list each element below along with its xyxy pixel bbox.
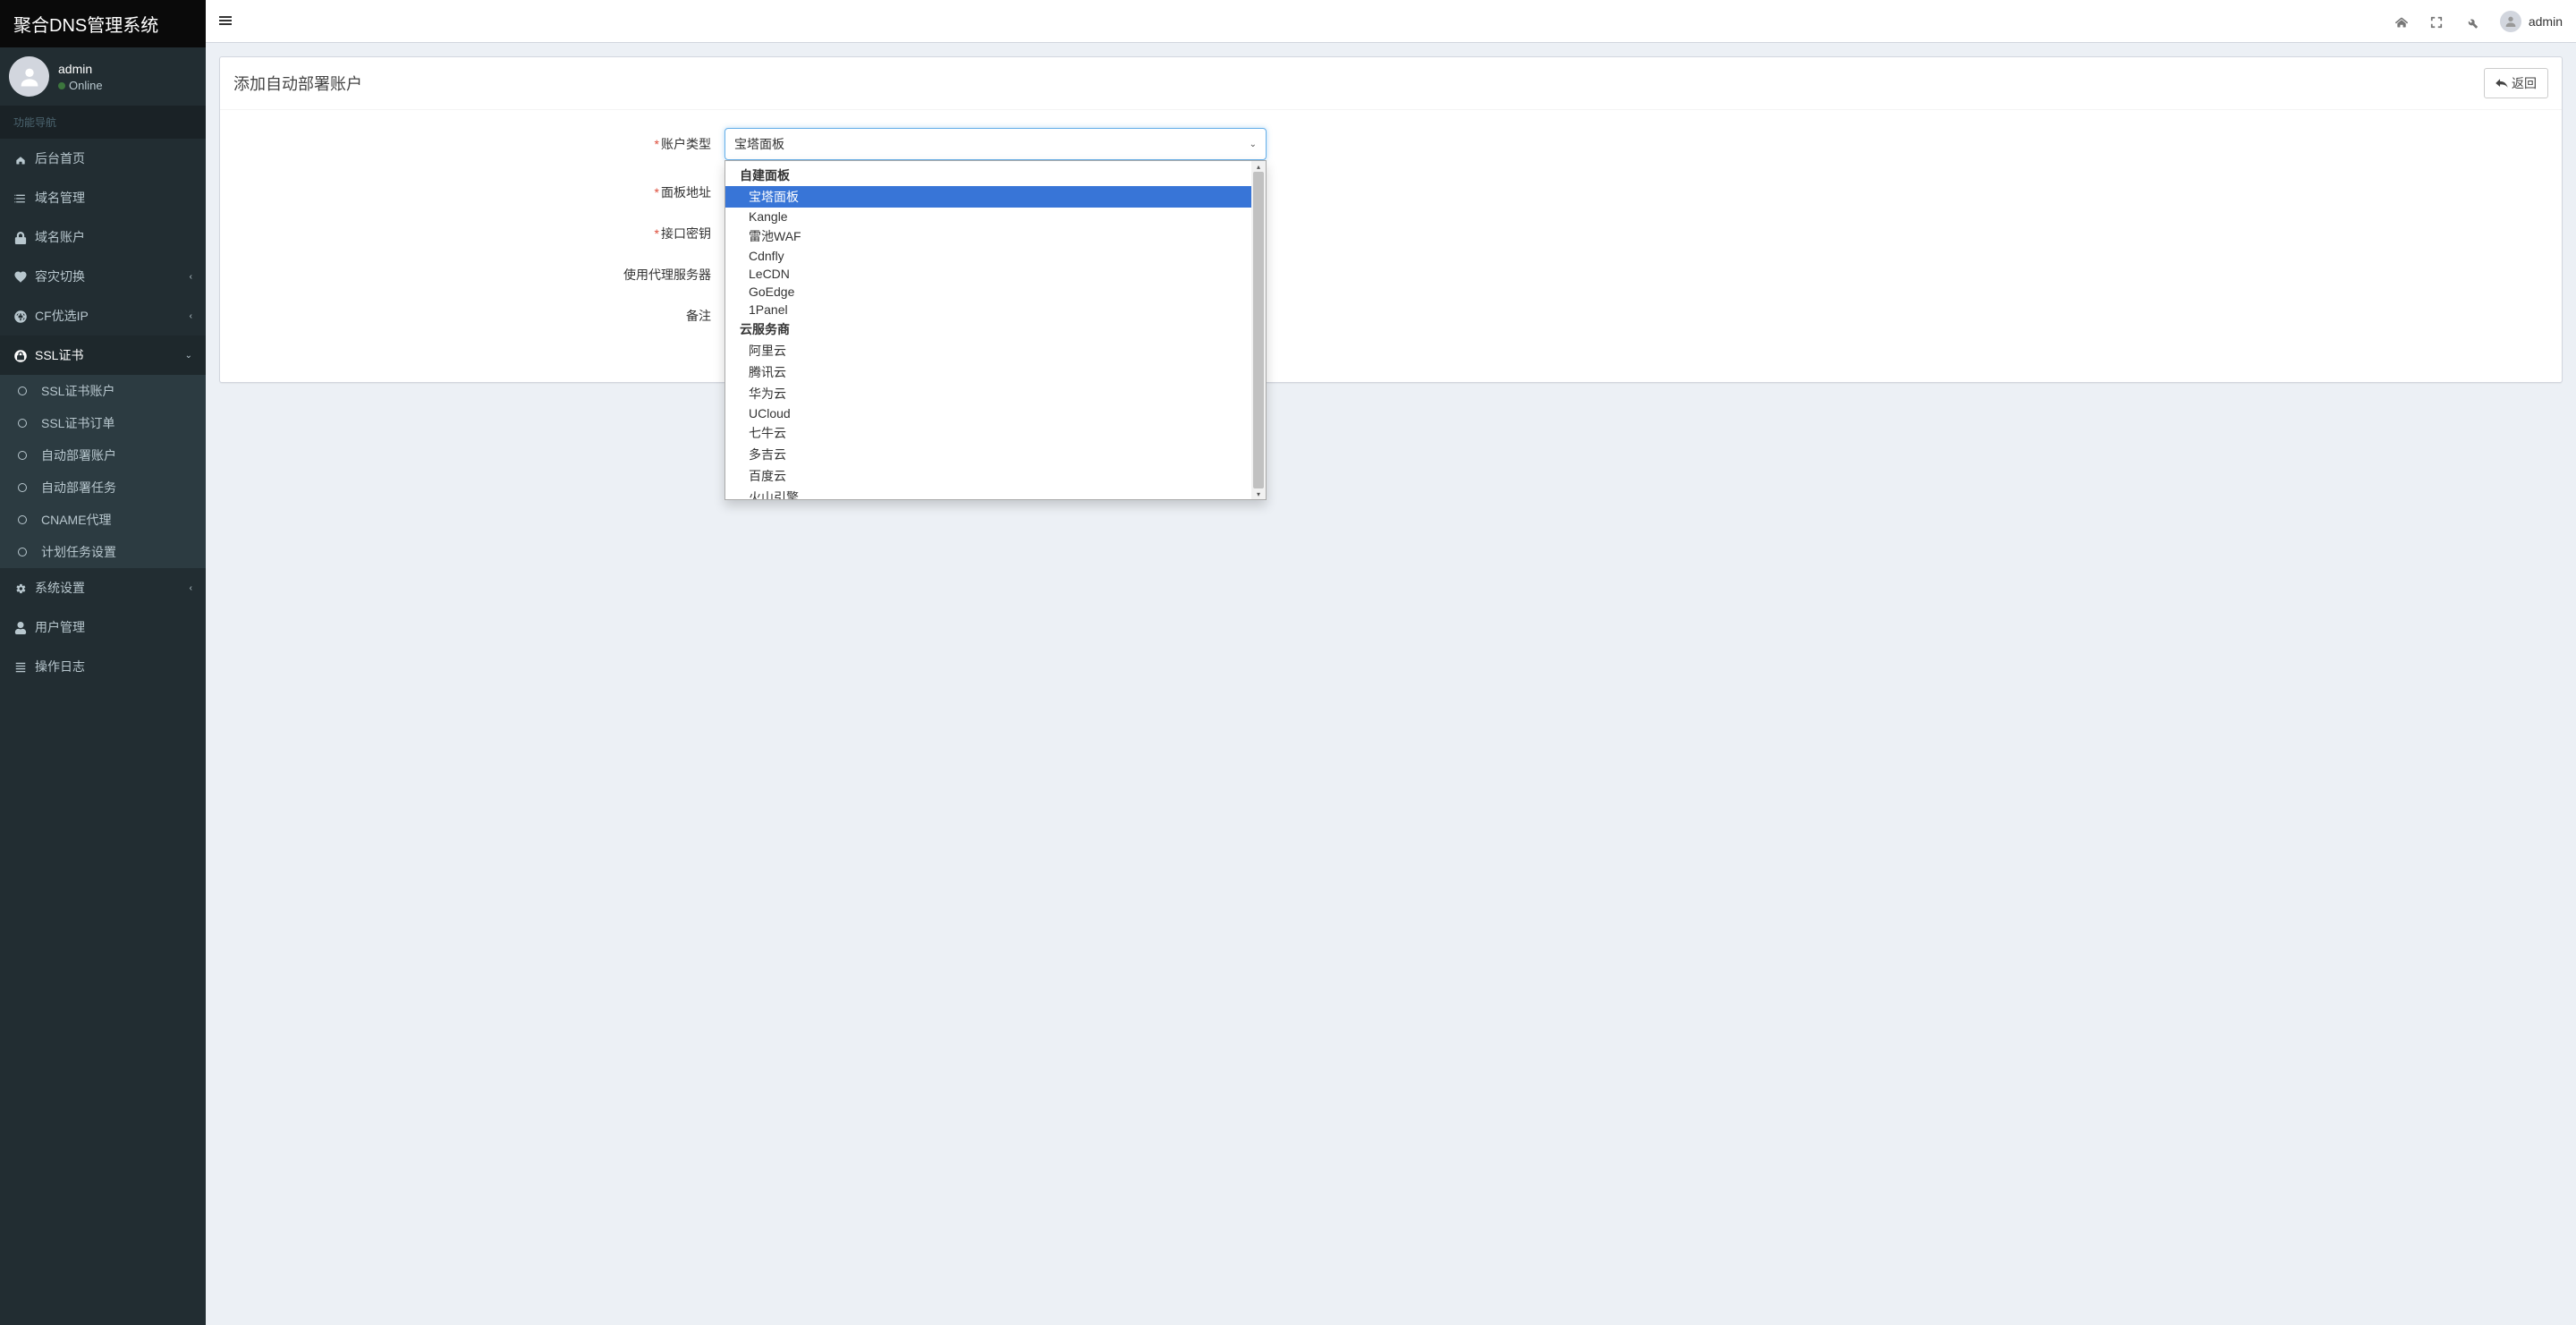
nav-globe[interactable]: CF优选IP ‹: [0, 296, 206, 335]
nav-label: 操作日志: [35, 658, 192, 675]
nav-label: SSL证书: [35, 346, 178, 364]
dropdown-option[interactable]: LeCDN: [725, 265, 1251, 283]
topbar: admin: [206, 0, 2576, 43]
circle-icon: [18, 419, 27, 428]
chevron-left-icon: ‹: [190, 583, 192, 593]
chevron-left-icon: ‹: [190, 311, 192, 321]
dropdown-option[interactable]: Kangle: [725, 208, 1251, 225]
cert-icon: [13, 348, 28, 362]
chevron-left-icon: ‹: [190, 272, 192, 282]
dropdown-option[interactable]: UCloud: [725, 404, 1251, 422]
nav-sub-label: SSL证书订单: [41, 414, 114, 432]
nav-sub-item[interactable]: CNAME代理: [0, 504, 206, 536]
topbar-user-name: admin: [2529, 14, 2563, 29]
dropdown-option[interactable]: GoEdge: [725, 283, 1251, 301]
nav-sub-label: CNAME代理: [41, 511, 112, 529]
wrench-icon[interactable]: [2465, 13, 2478, 28]
home-icon[interactable]: [2395, 13, 2408, 28]
user-icon: [13, 620, 28, 634]
nav-sub-item[interactable]: 自动部署账户: [0, 439, 206, 471]
chevron-down-icon: ⌄: [185, 351, 192, 361]
dropdown-option[interactable]: 华为云: [725, 383, 1251, 404]
nav-sub-item[interactable]: SSL证书账户: [0, 375, 206, 407]
circle-icon: [18, 451, 27, 460]
dropdown-option[interactable]: 雷池WAF: [725, 225, 1251, 247]
nav-label: 系统设置: [35, 579, 182, 597]
dropdown-group: 云服务商: [725, 319, 1251, 340]
nav-lock[interactable]: 域名账户: [0, 217, 206, 257]
nav-home[interactable]: 后台首页: [0, 139, 206, 178]
dropdown-option[interactable]: 宝塔面板: [725, 186, 1251, 208]
nav-sub-item[interactable]: 自动部署任务: [0, 471, 206, 504]
label-account-type: *账户类型: [238, 128, 724, 153]
label-panel-address: *面板地址: [238, 176, 724, 201]
chevron-down-icon: ⌄: [1250, 140, 1257, 149]
reply-icon: [2496, 77, 2508, 89]
cogs-icon: [13, 581, 28, 595]
scroll-up-icon[interactable]: ▴: [1251, 161, 1266, 172]
circle-icon: [18, 548, 27, 556]
nav-label: 域名管理: [35, 189, 192, 207]
globe-icon: [13, 309, 28, 323]
nav-menu: 后台首页域名管理域名账户容灾切换 ‹ CF优选IP ‹ SSL证书 ⌄ SSL证书账户 SSL…: [0, 139, 206, 686]
account-type-dropdown: 自建面板宝塔面板Kangle雷池WAFCdnflyLeCDNGoEdge1Pan…: [724, 160, 1267, 500]
scroll-thumb[interactable]: [1253, 172, 1264, 488]
nav-label: 后台首页: [35, 149, 192, 167]
dropdown-option[interactable]: 百度云: [725, 465, 1251, 487]
circle-icon: [18, 386, 27, 395]
nav-user[interactable]: 用户管理: [0, 607, 206, 647]
listalt-icon: [13, 659, 28, 674]
nav-sub-label: 自动部署账户: [41, 446, 116, 464]
nav-cogs[interactable]: 系统设置 ‹: [0, 568, 206, 607]
label-remark: 备注: [238, 300, 724, 325]
nav-sub-label: 计划任务设置: [41, 543, 116, 561]
user-status: Online: [58, 79, 103, 92]
nav-label: 用户管理: [35, 618, 192, 636]
user-avatar-icon: [2500, 11, 2521, 32]
dropdown-option[interactable]: Cdnfly: [725, 247, 1251, 265]
dropdown-option[interactable]: 多吉云: [725, 444, 1251, 465]
nav-sub-item[interactable]: SSL证书订单: [0, 407, 206, 439]
account-type-select[interactable]: 宝塔面板 ⌄: [724, 128, 1267, 160]
scroll-down-icon[interactable]: ▾: [1251, 488, 1266, 499]
avatar: [9, 56, 49, 97]
nav-label: CF优选IP: [35, 307, 182, 325]
dropdown-option[interactable]: 腾讯云: [725, 361, 1251, 383]
heart-icon: [13, 269, 28, 284]
circle-icon: [18, 515, 27, 524]
menu-toggle-icon[interactable]: [219, 13, 232, 30]
label-api-key: *接口密钥: [238, 217, 724, 242]
dropdown-option[interactable]: 七牛云: [725, 422, 1251, 444]
dropdown-group: 自建面板: [725, 165, 1251, 186]
circle-icon: [18, 483, 27, 492]
fullscreen-icon[interactable]: [2430, 13, 2443, 28]
nav-sub-item[interactable]: 计划任务设置: [0, 536, 206, 568]
nav-sub-label: 自动部署任务: [41, 479, 116, 497]
label-use-proxy: 使用代理服务器: [238, 259, 724, 284]
nav-listalt[interactable]: 操作日志: [0, 647, 206, 686]
back-button[interactable]: 返回: [2484, 68, 2548, 98]
brand-title: 聚合DNS管理系统: [0, 0, 206, 47]
form-panel: 添加自动部署账户 返回 *账户类型 宝塔面板 ⌄: [219, 56, 2563, 383]
dropdown-option[interactable]: 1Panel: [725, 301, 1251, 319]
nav-label: 容灾切换: [35, 268, 182, 285]
nav-cert[interactable]: SSL证书 ⌄: [0, 335, 206, 375]
nav-list[interactable]: 域名管理: [0, 178, 206, 217]
home-icon: [13, 151, 28, 166]
sidebar: 聚合DNS管理系统 admin Online 功能导航 后台首页域名管理域名账户…: [0, 0, 206, 1325]
nav-heart[interactable]: 容灾切换 ‹: [0, 257, 206, 296]
panel-title: 添加自动部署账户: [233, 72, 362, 95]
lock-icon: [13, 230, 28, 244]
topbar-user[interactable]: admin: [2500, 11, 2563, 32]
nav-sub-label: SSL证书账户: [41, 382, 114, 400]
dropdown-option[interactable]: 火山引擎: [725, 487, 1251, 499]
dropdown-option[interactable]: 阿里云: [725, 340, 1251, 361]
user-panel: admin Online: [0, 47, 206, 106]
dropdown-scrollbar[interactable]: ▴ ▾: [1251, 161, 1266, 499]
user-name: admin: [58, 62, 103, 76]
nav-header: 功能导航: [0, 106, 206, 139]
nav-label: 域名账户: [35, 228, 192, 246]
list-icon: [13, 191, 28, 205]
select-value: 宝塔面板: [734, 135, 784, 153]
